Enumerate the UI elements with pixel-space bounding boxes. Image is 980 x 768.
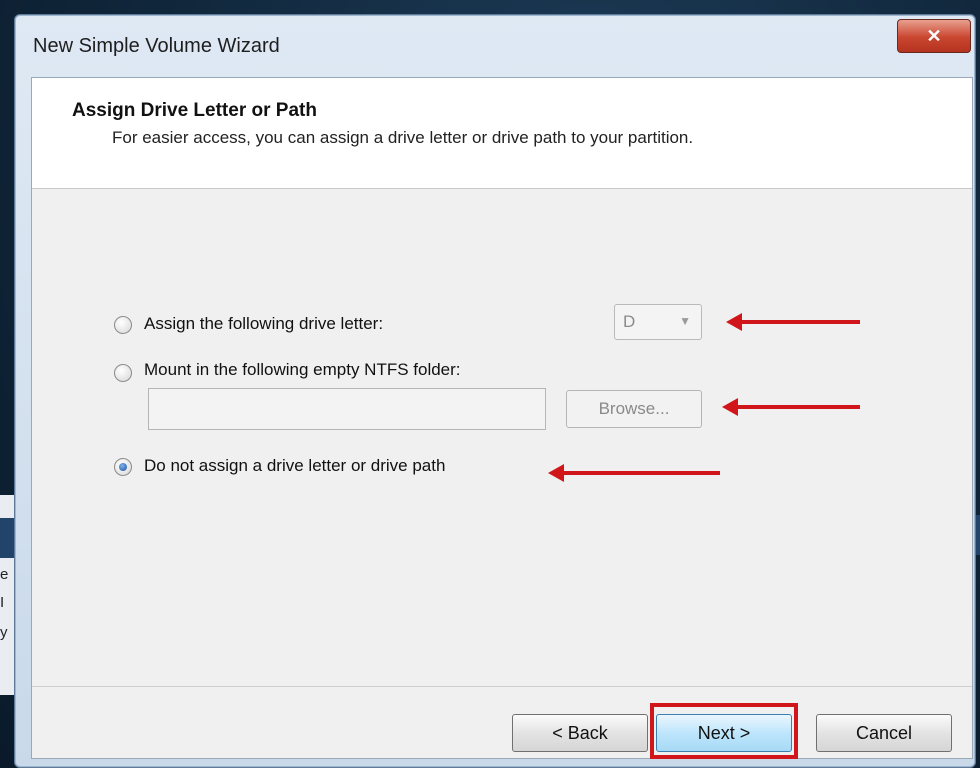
folder-path-input[interactable] [148, 388, 546, 430]
page-subtitle: For easier access, you can assign a driv… [112, 128, 694, 147]
wizard-header: Assign Drive Letter or Path For easier a… [32, 78, 972, 189]
background-window-text: y [0, 624, 8, 641]
close-icon: ✕ [926, 25, 942, 46]
background-window-text: e [0, 566, 9, 583]
browse-button[interactable]: Browse... [566, 390, 702, 428]
annotation-arrow-no-assign [548, 464, 720, 482]
drive-letter-select[interactable]: D ▼ [614, 304, 702, 340]
assign-letter-radio[interactable] [114, 316, 132, 334]
close-button[interactable]: ✕ [897, 19, 971, 53]
page-title: Assign Drive Letter or Path [72, 100, 317, 121]
mount-folder-radio[interactable] [114, 364, 132, 382]
mount-folder-label[interactable]: Mount in the following empty NTFS folder… [144, 360, 461, 380]
assign-letter-label[interactable]: Assign the following drive letter: [144, 314, 383, 334]
window-title: New Simple Volume Wizard [33, 35, 280, 57]
cancel-button[interactable]: Cancel [816, 714, 952, 752]
no-assign-radio[interactable] [114, 458, 132, 476]
chevron-down-icon: ▼ [679, 314, 691, 328]
annotation-arrow-browse [722, 398, 860, 416]
title-bar[interactable]: New Simple Volume Wizard ✕ [15, 15, 975, 77]
annotation-arrow-drive-letter [726, 313, 860, 331]
background-window-text: I [0, 594, 5, 611]
back-button[interactable]: < Back [512, 714, 648, 752]
wizard-window: New Simple Volume Wizard ✕ Assign Drive … [14, 14, 976, 768]
drive-letter-value: D [623, 312, 636, 331]
footer-divider [32, 686, 972, 687]
annotation-highlight-next [650, 703, 798, 759]
no-assign-label[interactable]: Do not assign a drive letter or drive pa… [144, 456, 445, 476]
wizard-client-area: Assign Drive Letter or Path For easier a… [31, 77, 973, 759]
background-window-band [0, 518, 14, 558]
